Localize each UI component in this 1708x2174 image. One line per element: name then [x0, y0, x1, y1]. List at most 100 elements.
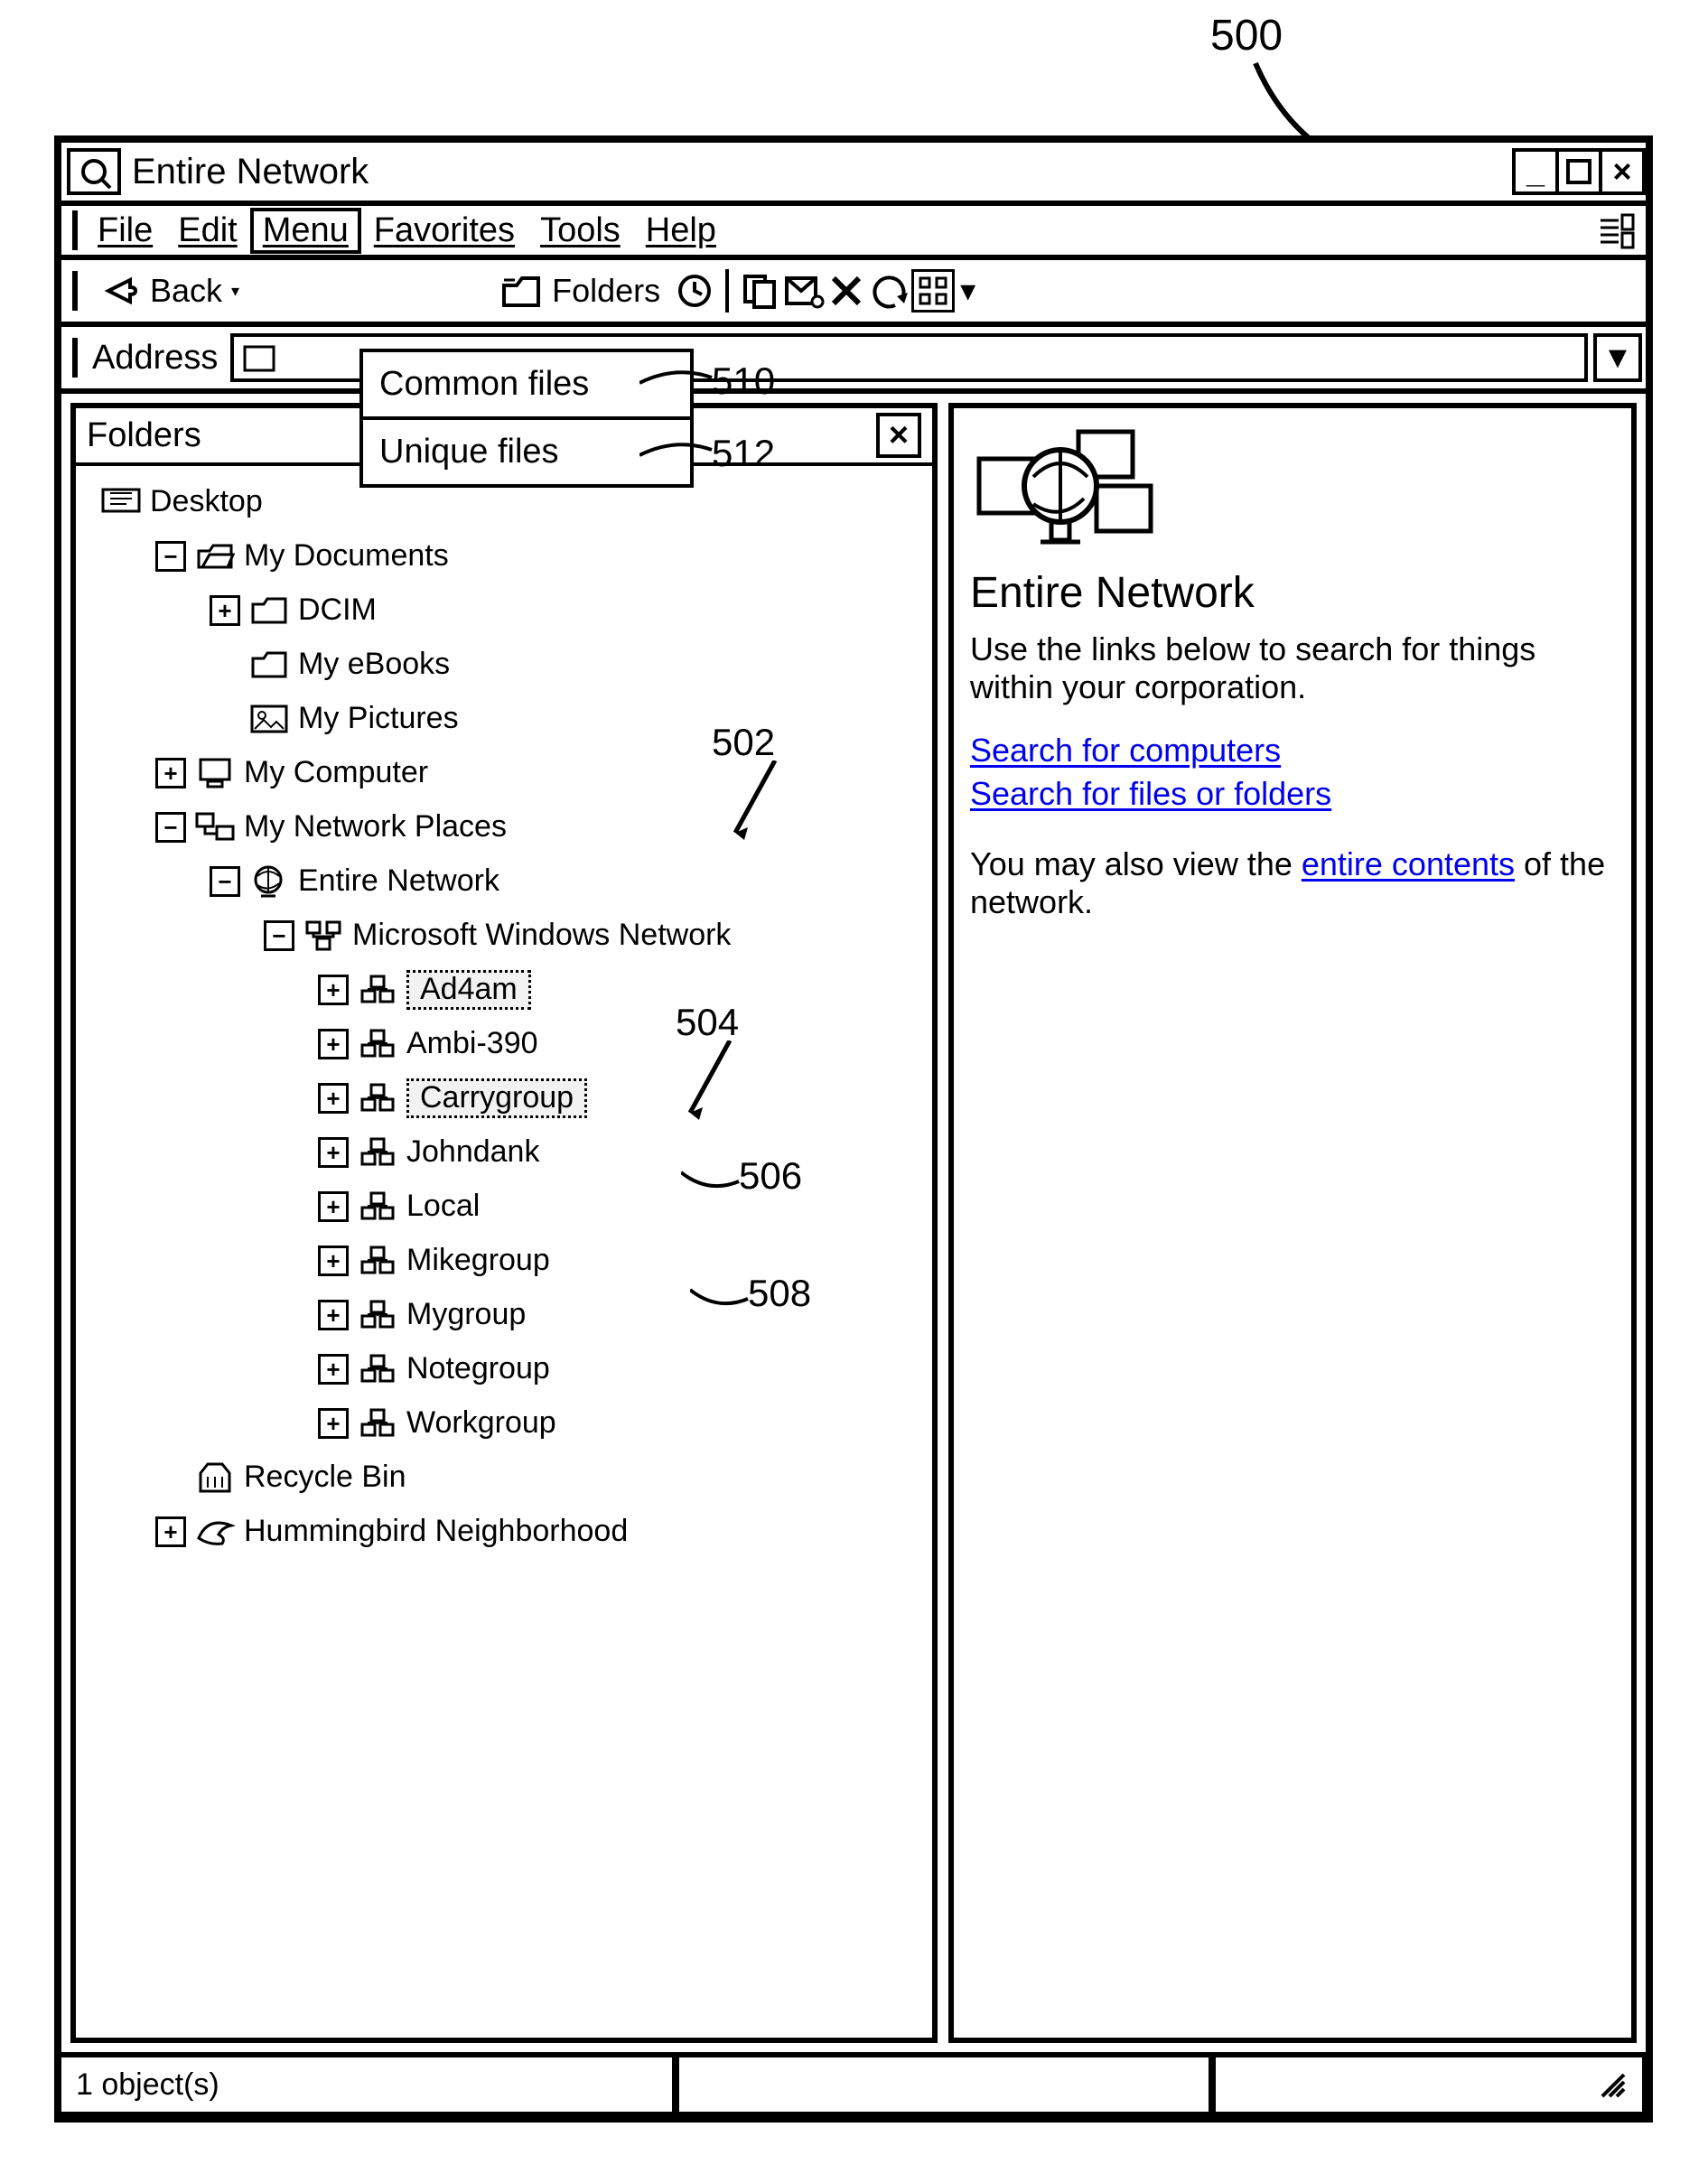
tree-label: My Pictures: [298, 702, 459, 735]
undo-icon[interactable]: [868, 269, 911, 313]
tree-node[interactable]: + Ambi-390: [81, 1017, 927, 1071]
tree-label: Carrygroup: [406, 1078, 587, 1117]
minimize-button[interactable]: _: [1512, 148, 1559, 195]
tree-label: Hummingbird Neighborhood: [244, 1515, 628, 1548]
network-places-icon: [195, 810, 235, 844]
expand-icon[interactable]: +: [318, 975, 349, 1005]
network-icon: [303, 919, 343, 953]
tree-node[interactable]: + Hummingbird Neighborhood: [81, 1505, 927, 1559]
history-icon[interactable]: [673, 269, 716, 313]
expand-icon[interactable]: +: [318, 1191, 349, 1222]
window-icon: [67, 148, 121, 195]
grip-icon: [72, 271, 78, 311]
workgroup-icon: [358, 973, 397, 1007]
tree-label: My Network Places: [244, 810, 507, 844]
tree-node[interactable]: − Microsoft Windows Network: [81, 909, 927, 963]
grip-icon: [72, 338, 78, 378]
back-button[interactable]: Back ▾: [85, 266, 252, 316]
collapse-icon[interactable]: −: [155, 541, 186, 572]
expand-icon[interactable]: +: [210, 595, 240, 626]
tree-label: DCIM: [298, 593, 377, 627]
tree-label: Johndank: [406, 1135, 539, 1169]
tree-node[interactable]: Recycle Bin: [81, 1451, 927, 1505]
entire-network-icon: [970, 423, 1169, 549]
address-dropdown[interactable]: ▼: [1593, 333, 1642, 382]
expand-icon[interactable]: +: [318, 1354, 349, 1385]
expand-icon[interactable]: +: [155, 1516, 186, 1547]
close-button[interactable]: ×: [1599, 148, 1646, 195]
content-title: Entire Network: [970, 568, 1615, 618]
tree-node[interactable]: +Workgroup: [81, 1396, 927, 1451]
expand-icon[interactable]: +: [318, 1137, 349, 1168]
folder-open-icon: [195, 539, 235, 574]
menu-edit[interactable]: Edit: [165, 208, 249, 254]
expand-icon[interactable]: +: [318, 1083, 349, 1114]
link-search-computers[interactable]: Search for computers: [970, 732, 1281, 769]
callout-506: 506: [739, 1154, 802, 1198]
callout-510: 510: [712, 359, 775, 403]
tree-label: Desktop: [150, 485, 263, 518]
menu-help[interactable]: Help: [633, 208, 729, 254]
collapse-icon[interactable]: −: [210, 866, 240, 897]
expand-icon[interactable]: +: [155, 758, 186, 788]
tree-node[interactable]: −Entire Network: [81, 854, 927, 909]
tree-label: My eBooks: [298, 648, 450, 681]
folders-pane-close[interactable]: ×: [876, 413, 921, 458]
globe-icon: [249, 864, 289, 899]
tree-node[interactable]: +Ad4am: [81, 963, 927, 1017]
menu-menu[interactable]: Menu: [250, 208, 361, 254]
tree-label: Notegroup: [406, 1352, 550, 1386]
tree-node[interactable]: + Carrygroup: [81, 1071, 927, 1125]
tree-node[interactable]: My Pictures: [81, 692, 927, 746]
tree-node[interactable]: My eBooks: [81, 638, 927, 692]
folders-icon: [499, 269, 543, 313]
explorer-window: Entire Network _ × File Edit Menu Favori…: [54, 135, 1653, 2123]
menu-file[interactable]: File: [85, 208, 165, 254]
folders-pane: Folders × Desktop−My Documents+DCIMMy eB…: [70, 403, 938, 2043]
workgroup-icon: [358, 1081, 397, 1115]
tree-label: Local: [406, 1190, 480, 1223]
tree-label: My Computer: [244, 756, 428, 789]
delete-icon[interactable]: [825, 269, 868, 313]
back-arrow-icon: [98, 269, 141, 313]
expand-icon[interactable]: +: [318, 1246, 349, 1276]
views-dropdown-icon[interactable]: ▾: [955, 273, 981, 309]
collapse-icon[interactable]: −: [264, 920, 294, 951]
tree-node[interactable]: + Notegroup: [81, 1342, 927, 1396]
folders-button[interactable]: Folders: [487, 266, 673, 316]
tree-node[interactable]: − My Documents: [81, 529, 927, 583]
expand-icon[interactable]: +: [318, 1029, 349, 1059]
resize-grip-icon[interactable]: [1597, 2069, 1628, 2100]
callout-504: 504: [676, 1001, 739, 1044]
copy-icon[interactable]: [738, 269, 781, 313]
status-seg-3: [1212, 2057, 1646, 2115]
callout-508: 508: [748, 1272, 811, 1315]
menu-tools[interactable]: Tools: [527, 208, 633, 254]
workgroup-icon: [358, 1244, 397, 1278]
collapse-icon[interactable]: −: [155, 812, 186, 843]
status-seg-2: [676, 2057, 1212, 2115]
status-text: 1 object(s): [61, 2057, 676, 2115]
desktop-icon: [101, 485, 141, 519]
maximize-button[interactable]: [1555, 148, 1602, 195]
workgroup-icon: [358, 1190, 397, 1224]
expand-icon[interactable]: +: [318, 1300, 349, 1330]
link-entire-contents[interactable]: entire contents: [1302, 845, 1515, 882]
menu-favorites[interactable]: Favorites: [361, 208, 527, 254]
views-button[interactable]: [911, 269, 955, 313]
move-to-icon[interactable]: [781, 269, 825, 313]
expand-icon[interactable]: +: [318, 1408, 349, 1439]
toolbar: Back ▾ Folders: [61, 260, 1646, 327]
content-pane: Entire Network Use the links below to se…: [948, 403, 1637, 2043]
tree-label: Microsoft Windows Network: [352, 919, 731, 952]
menubar: File Edit Menu Favorites Tools Help: [61, 206, 1646, 260]
tree-label: My Documents: [244, 539, 449, 573]
tree-node[interactable]: + DCIM: [81, 583, 927, 638]
folder-icon: [249, 593, 289, 628]
workgroup-icon: [358, 1135, 397, 1170]
folder-tree: Desktop−My Documents+DCIMMy eBooksMy Pic…: [76, 466, 932, 1568]
link-search-files[interactable]: Search for files or folders: [970, 775, 1331, 812]
tree-label: Ambi-390: [406, 1027, 538, 1060]
tree-label: Mygroup: [406, 1298, 526, 1331]
tree-label: Recycle Bin: [244, 1460, 406, 1494]
